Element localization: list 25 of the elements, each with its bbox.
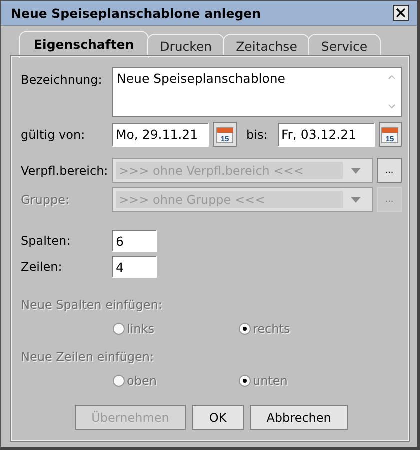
field-label: Zeilen: <box>21 260 64 274</box>
group-label: Neue Zeilen einfügen: <box>21 350 154 364</box>
field-label: Gruppe: <box>21 192 70 206</box>
field-label: gültig von: <box>21 128 86 142</box>
number-field[interactable]: 4 <box>112 256 157 278</box>
field-value: Neue Speiseplanschablone <box>117 71 286 88</box>
tab[interactable]: Service <box>308 34 381 57</box>
dialog-button[interactable]: Abbrechen <box>250 405 348 430</box>
group-label: Neue Spalten einfügen: <box>21 298 162 312</box>
tab[interactable]: Zeitachse <box>223 34 310 57</box>
tab[interactable]: Eigenschaften <box>19 31 150 58</box>
tab[interactable]: Drucken <box>147 34 226 57</box>
field-label: Bezeichnung: <box>21 72 104 87</box>
number-field[interactable]: 6 <box>112 230 157 252</box>
field-label: bis: <box>246 128 269 142</box>
date-field[interactable]: Fr, 03.12.21 <box>278 122 374 146</box>
close-icon[interactable] <box>393 5 409 21</box>
window-title: Neue Speiseplanschablone anlegen <box>11 6 262 20</box>
caret-icon <box>351 168 361 174</box>
name-field[interactable]: Neue Speiseplanschablone <box>112 67 402 117</box>
field-label: Spalten: <box>21 234 72 248</box>
date-field[interactable]: Mo, 29.11.21 <box>112 122 209 146</box>
field-label: Verpfl.bereich: <box>21 164 110 178</box>
caret-icon <box>351 196 361 202</box>
dialog-button[interactable]: OK <box>192 405 244 430</box>
